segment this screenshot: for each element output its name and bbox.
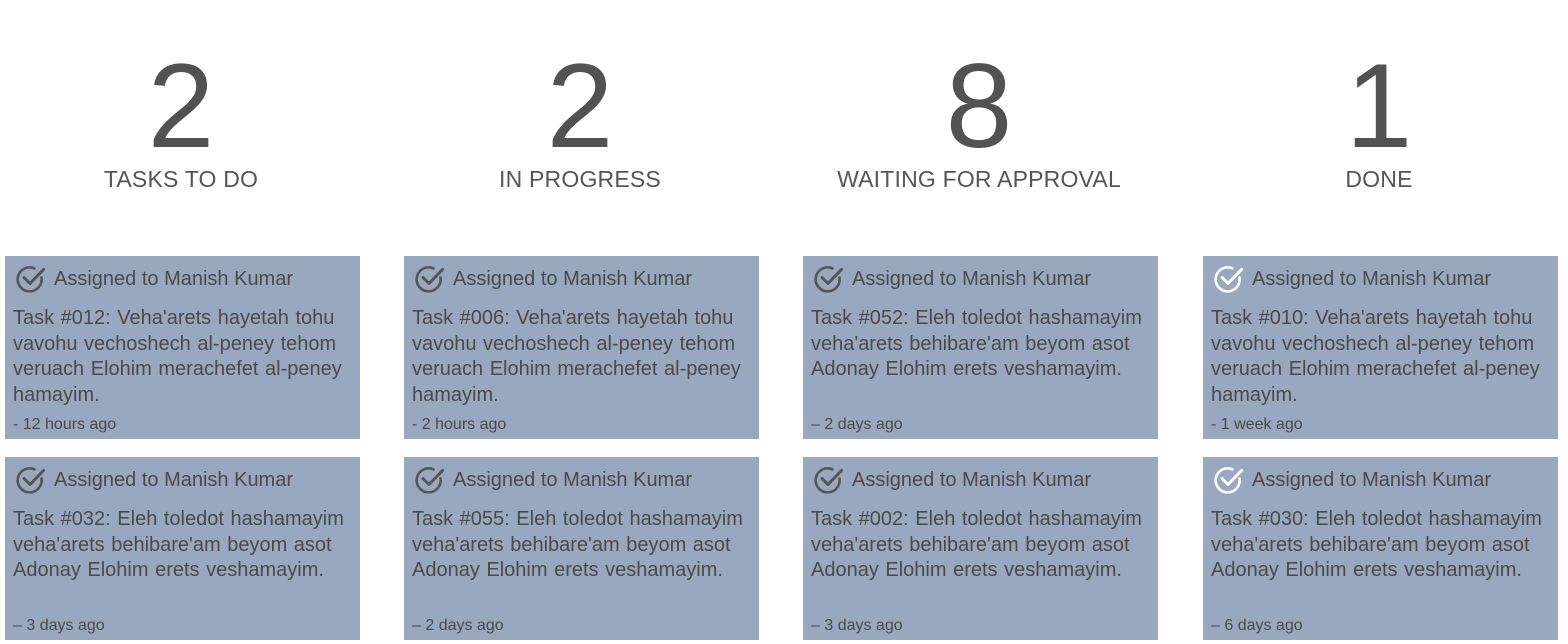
- card-timestamp: – 3 days ago: [13, 617, 105, 634]
- task-card[interactable]: Assigned to Manish Kumar Task #010: Veha…: [1203, 256, 1558, 439]
- column-count: 2: [546, 39, 614, 173]
- check-circle-icon[interactable]: [813, 464, 845, 496]
- column-label[interactable]: DONE: [1203, 166, 1555, 192]
- card-assignee: Assigned to Manish Kumar: [1252, 268, 1492, 290]
- card-task-text: Task #006: Veha'arets hayetah tohu vavoh…: [412, 307, 741, 406]
- card-task-text: Task #030: Eleh toledot hashamayim veha'…: [1211, 508, 1542, 581]
- check-circle-icon[interactable]: [414, 263, 446, 295]
- card-assignee: Assigned to Manish Kumar: [453, 469, 693, 491]
- card-header: Assigned to Manish Kumar: [15, 263, 354, 295]
- card-assignee: Assigned to Manish Kumar: [453, 268, 693, 290]
- column-count: 8: [945, 39, 1013, 173]
- card-header: Assigned to Manish Kumar: [1213, 263, 1552, 295]
- card-timestamp: – 3 days ago: [811, 617, 903, 634]
- card-task-text: Task #052: Eleh toledot hashamayim veha'…: [811, 307, 1142, 380]
- task-card[interactable]: Assigned to Manish Kumar Task #052: Eleh…: [803, 256, 1158, 439]
- check-circle-icon[interactable]: [813, 263, 845, 295]
- card-timestamp: – 2 days ago: [412, 617, 504, 634]
- check-circle-icon[interactable]: [1213, 263, 1245, 295]
- check-circle-icon[interactable]: [15, 464, 47, 496]
- card-task-text: Task #055: Eleh toledot hashamayim veha'…: [412, 508, 743, 581]
- card-assignee: Assigned to Manish Kumar: [852, 268, 1092, 290]
- card-task-text: Task #012: Veha'arets hayetah tohu vavoh…: [13, 307, 342, 406]
- column-count: 1: [1345, 39, 1413, 173]
- card-assignee: Assigned to Manish Kumar: [1252, 469, 1492, 491]
- column-label[interactable]: TASKS TO DO: [5, 166, 357, 192]
- card-header: Assigned to Manish Kumar: [414, 263, 753, 295]
- task-card[interactable]: Assigned to Manish Kumar Task #006: Veha…: [404, 256, 759, 439]
- task-card[interactable]: Assigned to Manish Kumar Task #032: Eleh…: [5, 457, 360, 640]
- card-header: Assigned to Manish Kumar: [414, 464, 753, 496]
- card-timestamp: - 2 hours ago: [412, 416, 507, 433]
- task-board: 2 TASKS TO DO Assigned to Manish Kumar T…: [0, 0, 1568, 644]
- task-card[interactable]: Assigned to Manish Kumar Task #055: Eleh…: [404, 457, 759, 640]
- card-header: Assigned to Manish Kumar: [813, 263, 1152, 295]
- check-circle-icon[interactable]: [15, 263, 47, 295]
- card-timestamp: – 2 days ago: [811, 416, 903, 433]
- card-task-text: Task #032: Eleh toledot hashamayim veha'…: [13, 508, 344, 581]
- column-label[interactable]: IN PROGRESS: [404, 166, 756, 192]
- card-assignee: Assigned to Manish Kumar: [54, 469, 294, 491]
- card-task-text: Task #010: Veha'arets hayetah tohu vavoh…: [1211, 307, 1540, 406]
- check-circle-icon[interactable]: [414, 464, 446, 496]
- column-label[interactable]: WAITING FOR APPROVAL: [803, 166, 1155, 192]
- check-circle-icon[interactable]: [1213, 464, 1245, 496]
- card-assignee: Assigned to Manish Kumar: [852, 469, 1092, 491]
- card-assignee: Assigned to Manish Kumar: [54, 268, 294, 290]
- card-header: Assigned to Manish Kumar: [813, 464, 1152, 496]
- column-count: 2: [147, 39, 215, 173]
- card-header: Assigned to Manish Kumar: [1213, 464, 1552, 496]
- card-timestamp: - 12 hours ago: [13, 416, 117, 433]
- card-timestamp: – 6 days ago: [1211, 617, 1303, 634]
- card-header: Assigned to Manish Kumar: [15, 464, 354, 496]
- task-card[interactable]: Assigned to Manish Kumar Task #002: Eleh…: [803, 457, 1158, 640]
- card-task-text: Task #002: Eleh toledot hashamayim veha'…: [811, 508, 1142, 581]
- task-card[interactable]: Assigned to Manish Kumar Task #012: Veha…: [5, 256, 360, 439]
- card-timestamp: - 1 week ago: [1211, 416, 1303, 433]
- task-card[interactable]: Assigned to Manish Kumar Task #030: Eleh…: [1203, 457, 1558, 640]
